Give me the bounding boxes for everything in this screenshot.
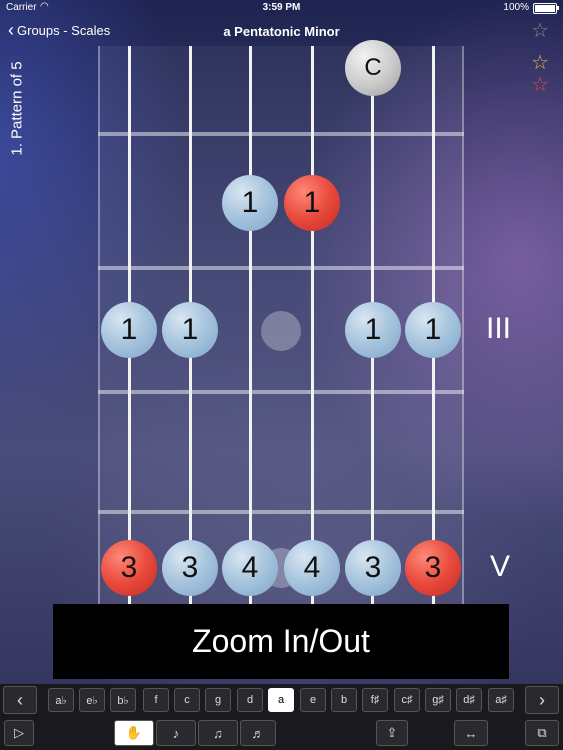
key-button[interactable]: a♯ [488,688,514,712]
key-button[interactable]: c [174,688,200,712]
rating-stars[interactable]: ☆ ☆ [531,52,549,96]
nav-bar: ‹ Groups - Scales a Pentatonic Minor ☆ [0,16,563,46]
note-dot[interactable]: 1 [101,302,157,358]
play-icon: ▷ [14,725,24,740]
red-star-icon[interactable]: ☆ [531,74,549,96]
flip-button[interactable]: ↔ [454,720,488,746]
note-dot[interactable]: 4 [284,540,340,596]
key-button[interactable]: g♯ [425,688,451,712]
bottom-toolbar: ▷ ✋ ♪ ♫ ♬ ⇪ ↔ ⧉ [0,716,563,750]
double-note-mode-button[interactable]: ♫ [198,720,238,746]
key-button[interactable]: a♭ [48,688,74,712]
key-button[interactable]: g [205,688,231,712]
key-button[interactable]: c♯ [394,688,420,712]
note-dot[interactable]: 3 [162,540,218,596]
root-note-dot[interactable]: 3 [101,540,157,596]
key-button[interactable]: e [300,688,326,712]
battery-percent: 100% [503,2,529,13]
share-icon: ⇪ [386,725,398,740]
fret-line [98,266,464,270]
key-button[interactable]: d [237,688,263,712]
zoom-banner[interactable]: Zoom In/Out [53,604,509,679]
back-label: Groups - Scales [17,22,111,38]
hand-icon: ✋ [125,725,143,740]
key-button[interactable]: f♯ [362,688,388,712]
key-button[interactable]: e♭ [79,688,105,712]
note-dot[interactable]: C [345,40,401,96]
next-key-button[interactable]: › [525,686,559,714]
root-note-dot[interactable]: 1 [284,175,340,231]
key-button[interactable]: f [143,688,169,712]
chevron-left-icon: ‹ [8,20,14,40]
key-button[interactable]: b♭ [110,688,136,712]
note-dot[interactable]: 1 [345,302,401,358]
share-button[interactable]: ⇪ [376,720,408,746]
back-button[interactable]: ‹ Groups - Scales [8,21,110,39]
note-dot[interactable]: 3 [345,540,401,596]
reverse-note-mode-button[interactable]: ♬ [240,720,276,746]
key-selector-bar: ‹ a♭ e♭ b♭ f c g d a e b f♯ c♯ g♯ d♯ a♯ … [0,684,563,716]
string-3 [311,46,314,606]
swap-horizontal-icon: ↔ [464,725,478,741]
chevron-right-icon: › [539,689,545,710]
battery-icon [533,3,559,14]
play-button[interactable]: ▷ [4,720,34,746]
favorite-star-icon[interactable]: ☆ [531,18,549,43]
status-bar: Carrier ◠ 3:59 PM 100% [0,0,563,16]
string-4 [249,46,252,606]
prev-key-button[interactable]: ‹ [3,686,37,714]
key-button-selected[interactable]: a [268,688,294,712]
note-dot[interactable]: 1 [162,302,218,358]
fret-line [98,510,464,514]
clock: 3:59 PM [262,2,301,13]
hand-mode-button[interactable]: ✋ [114,720,154,746]
fret-marker: III [486,312,512,345]
single-note-mode-button[interactable]: ♪ [156,720,196,746]
gold-star-icon[interactable]: ☆ [531,52,549,74]
note-dot[interactable]: 4 [222,540,278,596]
fret-line [98,132,464,136]
eighth-note-icon: ♪ [172,725,180,741]
chevron-left-icon: ‹ [17,689,23,710]
beamed-notes-reverse-icon: ♬ [251,725,265,741]
note-dot[interactable]: 1 [405,302,461,358]
root-note-dot[interactable]: 3 [405,540,461,596]
puzzle-button[interactable]: ⧉ [525,720,559,746]
key-button[interactable]: b [331,688,357,712]
fret-line [98,390,464,394]
pattern-label: 1. Pattern of 5 [8,61,26,156]
key-button[interactable]: d♯ [456,688,482,712]
note-dot[interactable]: 1 [222,175,278,231]
puzzle-icon: ⧉ [537,725,547,740]
beamed-notes-icon: ♫ [213,725,223,741]
fret-inlay-marker [261,311,301,351]
fret-marker: V [490,550,511,583]
